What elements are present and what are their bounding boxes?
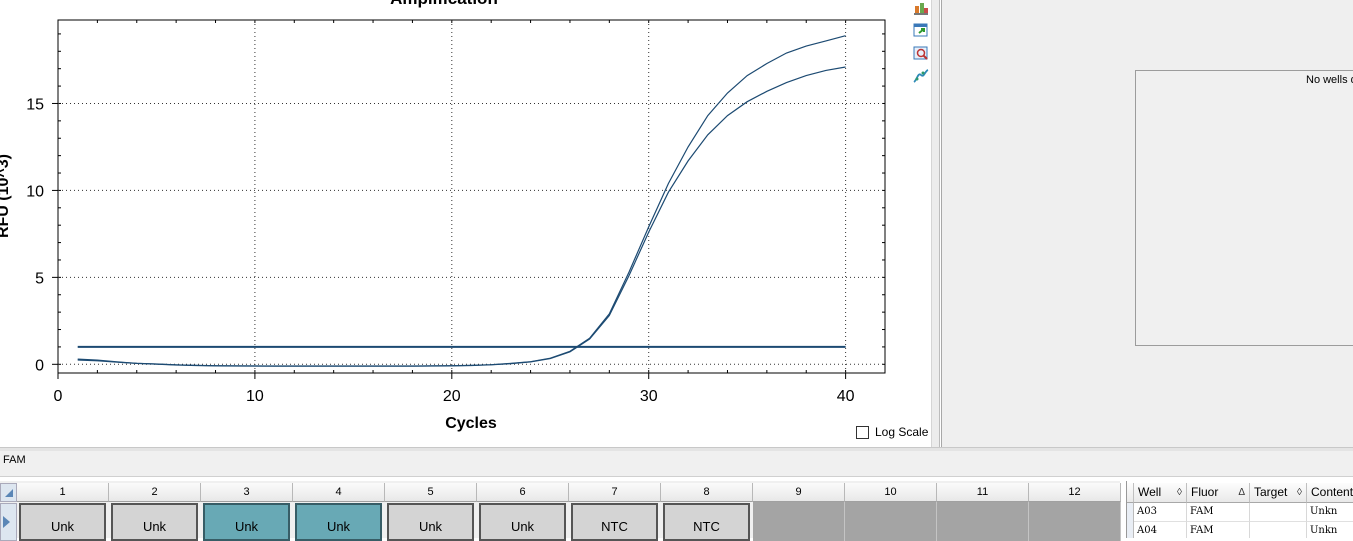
row-selector[interactable] xyxy=(1127,503,1134,522)
checkbox-box[interactable] xyxy=(856,425,869,439)
table-header-target[interactable]: Target ◊ xyxy=(1250,483,1307,503)
table-cell[interactable]: Unkn xyxy=(1307,522,1353,538)
no-wells-message: No wells d xyxy=(1306,74,1353,86)
chart-settings-icon[interactable] xyxy=(913,68,929,84)
well-a1[interactable]: Unk xyxy=(19,503,106,541)
sort-indicator-icon[interactable]: ◊ xyxy=(1177,483,1182,502)
vertical-splitter[interactable] xyxy=(931,0,940,447)
column-header-10[interactable]: 10 xyxy=(845,483,937,502)
column-header-2[interactable]: 2 xyxy=(109,483,201,502)
well-a6[interactable]: Unk xyxy=(479,503,566,541)
column-header-3[interactable]: 3 xyxy=(201,483,293,502)
table-cell[interactable]: A03 xyxy=(1134,503,1187,522)
zoom-icon[interactable] xyxy=(913,45,929,61)
fluor-tab-bar: FAM xyxy=(0,451,1353,477)
row-header-a[interactable] xyxy=(0,503,17,541)
table-header-fluor[interactable]: Fluor Δ xyxy=(1187,483,1250,503)
no-wells-box: No wells d xyxy=(1135,70,1353,346)
chart-title: Amplification xyxy=(390,0,498,8)
table-header-label: Target xyxy=(1254,485,1288,499)
well-a8[interactable]: NTC xyxy=(663,503,750,541)
row-selector[interactable] xyxy=(1127,522,1134,538)
fluor-tab-fam[interactable]: FAM xyxy=(3,454,26,466)
table-cell[interactable]: FAM xyxy=(1187,503,1250,522)
x-tick-label: 40 xyxy=(837,388,855,405)
table-cell[interactable]: A04 xyxy=(1134,522,1187,538)
column-header-7[interactable]: 7 xyxy=(569,483,661,502)
well-a5[interactable]: Unk xyxy=(387,503,474,541)
copy-icon[interactable] xyxy=(913,0,929,16)
x-tick-label: 30 xyxy=(640,388,658,405)
x-tick-label: 0 xyxy=(54,388,63,405)
x-tick-label: 10 xyxy=(246,388,264,405)
well-table: Well ◊ Fluor Δ Target ◊ Content A03 FAM Unkn A04 FA… xyxy=(1126,481,1353,538)
table-cell[interactable] xyxy=(1250,522,1307,538)
plate-view: 1 2 3 4 5 6 7 8 9 10 11 12 Unk Unk Unk Unk Unk Unk NTC NTC xyxy=(0,481,1121,541)
table-cell[interactable] xyxy=(1250,503,1307,522)
amplification-plot: 0 10 20 30 40 0 5 10 15 Amplification Cycles RFU (1… xyxy=(0,0,886,432)
column-header-4[interactable]: 4 xyxy=(293,483,385,502)
x-axis-label: Cycles xyxy=(445,415,497,432)
log-scale-checkbox[interactable]: Log Scale xyxy=(856,425,928,439)
x-tick-label: 20 xyxy=(443,388,461,405)
y-tick-label: 15 xyxy=(26,96,44,113)
well-a12[interactable] xyxy=(1029,502,1121,541)
select-all-corner[interactable] xyxy=(0,483,17,502)
table-cell[interactable]: FAM xyxy=(1187,522,1250,538)
sort-indicator-icon[interactable]: Δ xyxy=(1238,483,1245,502)
table-corner xyxy=(1127,483,1134,503)
well-a4[interactable]: Unk xyxy=(295,503,382,541)
well-a3[interactable]: Unk xyxy=(203,503,290,541)
column-header-12[interactable]: 12 xyxy=(1029,483,1121,502)
sort-indicator-icon[interactable]: ◊ xyxy=(1297,483,1302,502)
y-tick-label: 5 xyxy=(35,270,44,287)
well-a9[interactable] xyxy=(753,502,845,541)
y-tick-label: 0 xyxy=(35,357,44,374)
column-header-9[interactable]: 9 xyxy=(753,483,845,502)
log-scale-label: Log Scale xyxy=(875,425,929,439)
well-a11[interactable] xyxy=(937,502,1029,541)
table-header-content[interactable]: Content xyxy=(1307,483,1353,503)
well-a10[interactable] xyxy=(845,502,937,541)
column-header-6[interactable]: 6 xyxy=(477,483,569,502)
column-header-8[interactable]: 8 xyxy=(661,483,753,502)
amplification-chart: 0 10 20 30 40 0 5 10 15 Amplification Cycles RFU (1… xyxy=(0,0,928,447)
table-cell[interactable]: Unkn xyxy=(1307,503,1353,522)
table-header-label: Content xyxy=(1311,485,1353,499)
column-header-11[interactable]: 11 xyxy=(937,483,1029,502)
y-tick-label: 10 xyxy=(26,183,44,200)
well-a2[interactable]: Unk xyxy=(111,503,198,541)
plot-frame xyxy=(57,19,886,374)
export-icon[interactable] xyxy=(913,22,929,38)
well-a7[interactable]: NTC xyxy=(571,503,658,541)
column-header-5[interactable]: 5 xyxy=(385,483,477,502)
y-axis-label: RFU (10^3) xyxy=(0,154,12,238)
table-header-label: Fluor xyxy=(1191,485,1219,499)
column-header-1[interactable]: 1 xyxy=(17,483,109,502)
right-panel: No wells d xyxy=(941,0,1353,447)
table-header-label: Well xyxy=(1138,485,1162,499)
table-header-well[interactable]: Well ◊ xyxy=(1134,483,1187,503)
